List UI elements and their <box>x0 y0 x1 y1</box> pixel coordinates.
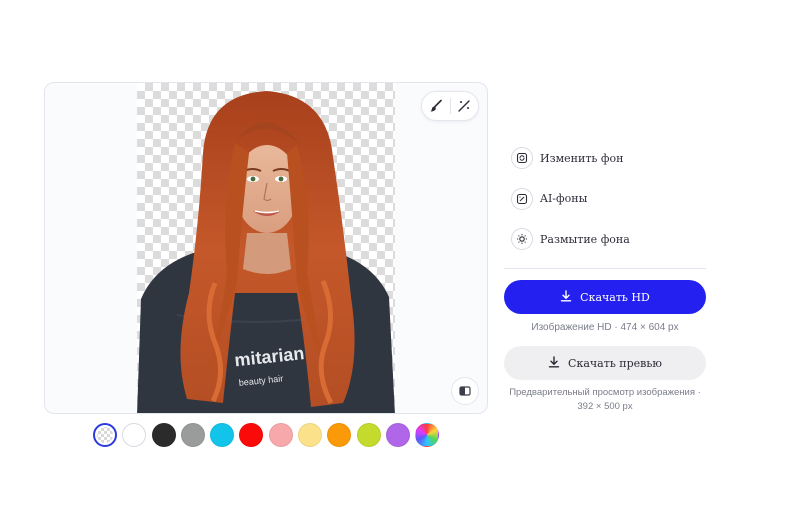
magic-wand-icon[interactable] <box>454 96 474 116</box>
color-swatch-black[interactable] <box>151 423 176 447</box>
color-swatch-light-yellow[interactable] <box>298 423 323 447</box>
cutout-subject-image: mitarian beauty hair <box>137 91 395 413</box>
download-preview-button[interactable]: Скачать превью <box>504 346 706 380</box>
download-hd-button[interactable]: Скачать HD <box>504 280 706 314</box>
blur-icon <box>511 228 533 250</box>
tool-separator <box>449 98 451 114</box>
background-color-swatches <box>93 423 440 447</box>
blur-background-option[interactable]: Размытие фона <box>511 227 630 251</box>
hd-image-caption: Изображение HD · 474 × 604 px <box>531 322 679 333</box>
ai-backgrounds-option[interactable]: AI-фоны <box>511 187 630 211</box>
color-swatch-lime[interactable] <box>356 423 381 447</box>
color-swatch-cyan[interactable] <box>210 423 235 447</box>
color-swatch-orange[interactable] <box>327 423 352 447</box>
color-swatch-white[interactable] <box>122 423 147 447</box>
compare-icon[interactable] <box>451 377 479 405</box>
background-options: Изменить фон AI-фоны Размытие фона <box>511 146 630 268</box>
ai-backgrounds-icon <box>511 187 533 210</box>
color-swatch-gray[interactable] <box>180 423 205 447</box>
image-preview-card: mitarian beauty hair <box>44 82 488 414</box>
change-background-option[interactable]: Изменить фон <box>511 146 630 170</box>
color-swatch-custom[interactable] <box>415 423 440 447</box>
blur-background-label: Размытие фона <box>540 232 630 246</box>
edit-tools-pill <box>421 91 479 121</box>
color-swatch-transparent[interactable] <box>93 423 117 447</box>
change-background-icon <box>511 147 533 169</box>
color-swatch-purple[interactable] <box>385 423 410 447</box>
preview-image-caption: Предварительный просмотр изображения · 3… <box>509 387 701 412</box>
brush-icon[interactable] <box>426 96 446 116</box>
color-swatch-pink[interactable] <box>268 423 293 447</box>
panel-divider <box>504 268 706 269</box>
download-icon <box>560 289 572 305</box>
ai-backgrounds-label: AI-фоны <box>540 192 588 205</box>
color-swatch-red[interactable] <box>239 423 264 447</box>
download-icon <box>548 355 560 371</box>
download-preview-label: Скачать превью <box>568 356 662 370</box>
change-background-label: Изменить фон <box>540 151 624 165</box>
download-hd-label: Скачать HD <box>580 290 650 304</box>
